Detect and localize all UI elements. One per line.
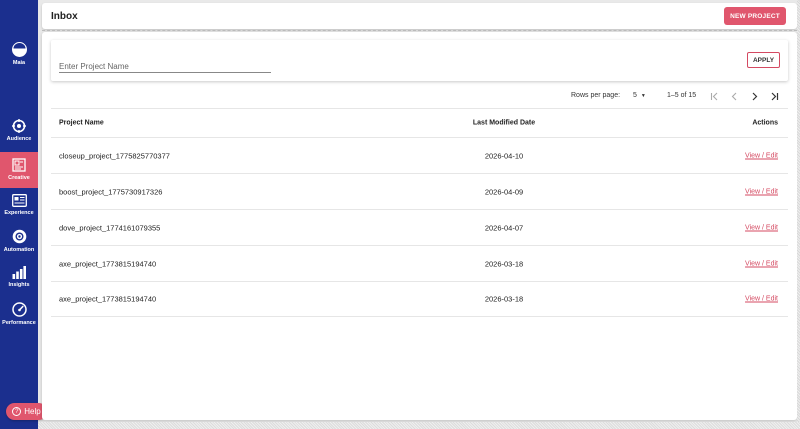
- sidebar: Maia Audience Creative Experience Automa…: [0, 0, 38, 429]
- chevron-left-icon: [731, 92, 736, 100]
- last-modified-cell: 2026-04-10: [484, 151, 524, 160]
- sidebar-item-label: Audience: [6, 136, 32, 142]
- view-edit-link[interactable]: View / Edit: [745, 152, 778, 159]
- sidebar-item-label: Maia: [12, 60, 26, 66]
- new-project-button[interactable]: NEW PROJECT: [724, 7, 786, 25]
- sidebar-item-insights[interactable]: Insights: [0, 266, 38, 288]
- sidebar-item-creative[interactable]: Creative: [0, 152, 38, 188]
- last-modified-cell: 2026-04-09: [484, 187, 524, 196]
- sidebar-item-maia[interactable]: Maia: [0, 42, 38, 66]
- sidebar-item-label: Performance: [2, 320, 36, 326]
- sidebar-item-experience[interactable]: Experience: [0, 194, 38, 216]
- last-page-icon: [771, 92, 778, 100]
- project-name-cell: boost_project_1775730917326: [59, 187, 163, 196]
- window-edge: [38, 422, 800, 429]
- sidebar-item-audience[interactable]: Audience: [0, 119, 38, 142]
- chevron-right-icon: [752, 92, 757, 100]
- sidebar-item-label: Creative: [8, 175, 30, 181]
- pagination-bar: Rows per page: 5 ▼ 1–5 of 15: [42, 90, 797, 104]
- creative-icon: [12, 158, 26, 172]
- help-label: Help: [24, 407, 41, 416]
- next-page-button[interactable]: [748, 90, 760, 102]
- maia-logo-icon: [11, 42, 27, 57]
- first-page-icon: [710, 92, 717, 100]
- last-modified-cell: 2026-04-07: [484, 223, 524, 232]
- last-modified-cell: 2026-03-18: [484, 294, 524, 304]
- main-panel: APPLY Rows per page: 5▼ 1–5 of 15: [42, 32, 797, 420]
- insights-bars-icon: [12, 266, 26, 279]
- first-page-button[interactable]: [708, 90, 720, 102]
- last-page-button[interactable]: [768, 90, 780, 102]
- project-name-search-input[interactable]: [59, 60, 271, 73]
- sidebar-item-label: Automation: [3, 247, 35, 253]
- table-header-row: Project Name Last Modified Date Actions: [51, 108, 788, 137]
- project-name-cell: axe_project_1773815194740: [59, 294, 157, 304]
- help-question-icon: ?: [12, 407, 22, 416]
- column-header-last-modified: Last Modified Date: [472, 119, 536, 127]
- project-name-cell: dove_project_1774161079355: [59, 223, 161, 232]
- table-row: dove_project_1774161079355 2026-04-07 Vi…: [51, 209, 788, 245]
- experience-icon: [11, 194, 27, 207]
- sidebar-item-performance[interactable]: Performance: [0, 302, 38, 326]
- view-edit-link[interactable]: View / Edit: [745, 224, 778, 231]
- filter-bar: APPLY: [51, 40, 788, 81]
- help-button[interactable]: ? Help: [6, 403, 47, 420]
- rows-per-page-select[interactable]: 5 ▼: [633, 92, 646, 99]
- last-modified-cell: 2026-03-18: [484, 259, 524, 268]
- apply-button[interactable]: APPLY: [747, 52, 780, 68]
- previous-page-button[interactable]: [728, 90, 740, 102]
- automation-gear-icon: [12, 229, 26, 244]
- table-row: axe_project_1773815194740 2026-03-18 Vie…: [51, 245, 788, 281]
- project-name-cell: axe_project_1773815194740: [59, 259, 157, 268]
- caret-down-icon: ▼: [640, 93, 646, 99]
- view-edit-link[interactable]: View / Edit: [745, 188, 778, 195]
- table-row: axe_project_1773815194740 2026-03-18 Vie…: [51, 281, 788, 317]
- view-edit-link[interactable]: View / Edit: [745, 296, 778, 303]
- rows-per-page-label: Rows per page:: [571, 92, 621, 99]
- sidebar-item-label: Insights: [8, 282, 30, 288]
- table-row: closeup_project_1775825770377 2026-04-10…: [51, 137, 788, 173]
- page-header: Inbox NEW PROJECT: [42, 3, 797, 29]
- rows-per-page-value: 5: [633, 92, 637, 99]
- header-divider: [42, 30, 797, 31]
- audience-target-icon: [12, 119, 26, 133]
- view-edit-link[interactable]: View / Edit: [745, 260, 778, 267]
- performance-gauge-icon: [11, 302, 27, 317]
- column-header-actions: Actions: [752, 119, 778, 127]
- projects-table: Project Name Last Modified Date Actions …: [51, 108, 788, 317]
- sidebar-item-automation[interactable]: Automation: [0, 229, 38, 253]
- table-row: boost_project_1775730917326 2026-04-09 V…: [51, 173, 788, 209]
- sidebar-item-label: Experience: [4, 210, 34, 216]
- project-name-cell: closeup_project_1775825770377: [59, 151, 170, 160]
- column-header-project-name: Project Name: [59, 119, 104, 127]
- pagination-range: 1–5 of 15: [667, 92, 697, 99]
- page-title: Inbox: [51, 11, 78, 22]
